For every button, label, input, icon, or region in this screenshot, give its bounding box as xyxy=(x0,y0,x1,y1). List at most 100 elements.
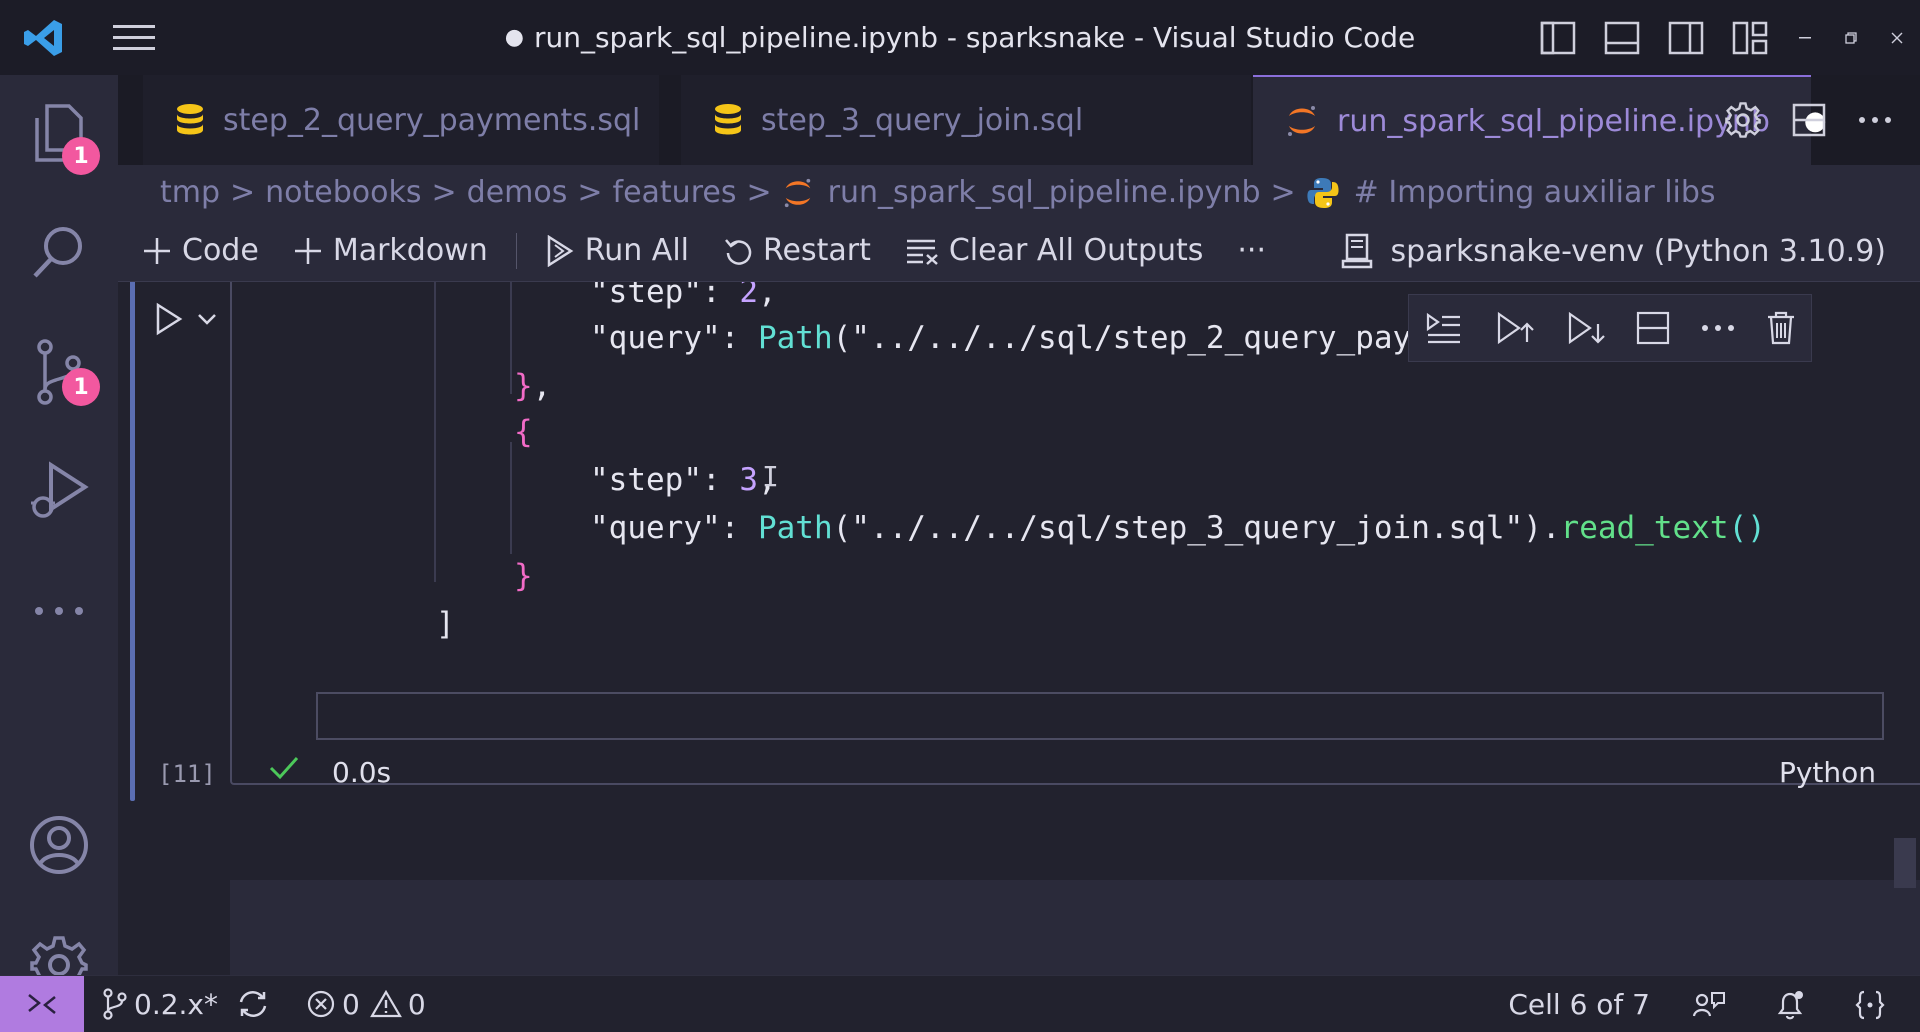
vscode-logo-icon xyxy=(0,0,88,75)
braces-icon xyxy=(1855,990,1885,1019)
settings-gear-icon[interactable] xyxy=(1710,75,1776,165)
jupyter-icon xyxy=(782,177,814,209)
accounts-icon[interactable] xyxy=(0,795,118,895)
add-markdown-cell-button[interactable]: Markdown xyxy=(293,233,488,268)
tab-label: run_spark_sql_pipeline.ipynb xyxy=(1337,103,1770,139)
code-line: "step": 3, xyxy=(590,462,777,498)
language-mode-button[interactable] xyxy=(1854,989,1892,1021)
bell-icon xyxy=(1777,990,1803,1019)
tab-label: step_3_query_join.sql xyxy=(761,102,1084,138)
kernel-label: sparksnake-venv (Python 3.10.9) xyxy=(1390,233,1886,269)
clear-all-outputs-button[interactable]: Clear All Outputs xyxy=(905,233,1203,268)
cell-output-input-box[interactable] xyxy=(316,692,1884,740)
sync-button[interactable] xyxy=(236,989,276,1019)
unsaved-dot: ● xyxy=(504,25,524,50)
problems-indicator[interactable]: 0 0 xyxy=(306,988,426,1021)
toolbar-more-button[interactable]: ··· xyxy=(1237,233,1266,268)
execute-cell-button[interactable] xyxy=(154,302,218,336)
toggle-sidebar-icon[interactable] xyxy=(1526,0,1590,75)
python-icon xyxy=(1306,176,1340,210)
run-debug-icon[interactable] xyxy=(0,441,118,541)
chevron-down-icon[interactable] xyxy=(196,312,218,326)
source-control-icon[interactable]: 1 xyxy=(0,322,118,422)
plus-icon xyxy=(294,237,321,264)
split-editor-icon[interactable] xyxy=(1776,75,1842,165)
play-icon xyxy=(156,302,183,336)
remote-indicator[interactable] xyxy=(0,975,84,1032)
breadcrumb-separator: > xyxy=(1270,175,1296,210)
jupyter-icon xyxy=(1285,104,1319,138)
execute-above-icon[interactable] xyxy=(1424,311,1464,345)
branch-indicator[interactable]: 0.2.x* xyxy=(102,988,218,1021)
code-line: "query": Path("../../../sql/step_2_query… xyxy=(590,320,1505,356)
success-check-icon xyxy=(268,754,300,786)
code-line: "step": 2, xyxy=(590,282,777,310)
add-code-label: Code xyxy=(182,233,259,268)
restart-label: Restart xyxy=(763,233,871,268)
error-icon xyxy=(307,990,335,1018)
branch-name: 0.2.x* xyxy=(134,987,218,1021)
execution-time: 0.0s xyxy=(332,756,392,789)
feedback-icon xyxy=(1692,991,1725,1016)
git-branch-icon xyxy=(103,988,127,1020)
kernel-icon xyxy=(1341,233,1372,269)
explorer-icon[interactable]: 1 xyxy=(0,83,118,183)
toggle-secondary-sidebar-icon[interactable] xyxy=(1654,0,1718,75)
code-line: "query": Path("../../../sql/step_3_query… xyxy=(590,510,1766,546)
cell-position[interactable]: Cell 6 of 7 xyxy=(1508,988,1650,1021)
code-line: ] xyxy=(436,606,455,642)
database-icon xyxy=(175,103,205,137)
breadcrumb-item-notebook[interactable]: run_spark_sql_pipeline.ipynb xyxy=(828,175,1261,210)
code-line: } xyxy=(514,558,533,594)
error-count: 0 xyxy=(342,987,360,1021)
breadcrumb-item-features[interactable]: features xyxy=(613,175,737,210)
close-icon[interactable] xyxy=(1874,0,1920,75)
breadcrumb-item-tmp[interactable]: tmp xyxy=(160,175,220,210)
tab-step-2-query-payments[interactable]: step_2_query_payments.sql xyxy=(143,75,659,165)
more-actions-icon[interactable] xyxy=(1842,75,1908,165)
notebook-toolbar: Code Markdown Run All Restart Clear All … xyxy=(118,220,1920,282)
status-bar: 0.2.x* 0 0 Cell 6 of 7 xyxy=(0,975,1920,1032)
next-cell[interactable] xyxy=(230,880,1920,975)
execute-above-cells-icon[interactable] xyxy=(1495,310,1535,346)
minimize-icon[interactable] xyxy=(1782,0,1828,75)
breadcrumb-item-notebooks[interactable]: notebooks xyxy=(265,175,421,210)
split-cell-icon[interactable] xyxy=(1636,311,1670,345)
breadcrumb-item-demos[interactable]: demos xyxy=(467,175,568,210)
search-icon[interactable] xyxy=(0,202,118,302)
tab-label: step_2_query_payments.sql xyxy=(223,102,641,138)
scrollbar-thumb[interactable] xyxy=(1894,838,1916,888)
execute-below-cells-icon[interactable] xyxy=(1566,310,1606,346)
kernel-picker[interactable]: sparksnake-venv (Python 3.10.9) xyxy=(1341,220,1886,282)
database-icon xyxy=(713,103,743,137)
restore-icon[interactable] xyxy=(1828,0,1874,75)
restart-icon xyxy=(725,238,752,265)
restart-button[interactable]: Restart xyxy=(723,233,871,268)
cell-language[interactable]: Python xyxy=(1779,756,1876,789)
toolbar-divider xyxy=(515,232,517,269)
notebook-editor[interactable]: "step": 2, "query": Path("../../../sql/s… xyxy=(118,282,1920,975)
explorer-badge: 1 xyxy=(62,137,100,175)
customize-layout-icon[interactable] xyxy=(1718,0,1782,75)
menu-icon[interactable] xyxy=(88,0,180,75)
toggle-panel-icon[interactable] xyxy=(1590,0,1654,75)
more-label: ··· xyxy=(1237,233,1266,268)
add-code-cell-button[interactable]: Code xyxy=(142,233,259,268)
clear-all-icon xyxy=(906,239,938,265)
warning-count: 0 xyxy=(407,987,426,1021)
cell-position-label: Cell 6 of 7 xyxy=(1508,988,1650,1021)
breadcrumb: tmp > notebooks > demos > features > run… xyxy=(118,165,1920,220)
cell-focus-indicator xyxy=(130,282,135,801)
add-markdown-label: Markdown xyxy=(332,233,488,268)
breadcrumb-separator: > xyxy=(230,175,256,210)
more-views-icon[interactable] xyxy=(0,561,118,661)
notifications-button[interactable] xyxy=(1774,989,1812,1021)
run-all-button[interactable]: Run All xyxy=(545,233,689,268)
run-all-icon xyxy=(547,234,574,267)
feedback-button[interactable] xyxy=(1692,990,1732,1020)
breadcrumb-separator: > xyxy=(577,175,603,210)
trash-icon[interactable] xyxy=(1766,310,1796,346)
breadcrumb-item-section[interactable]: # Importing auxiliar libs xyxy=(1354,175,1716,210)
tab-step-3-query-join[interactable]: step_3_query_join.sql xyxy=(681,75,1251,165)
more-icon[interactable] xyxy=(1701,324,1735,332)
